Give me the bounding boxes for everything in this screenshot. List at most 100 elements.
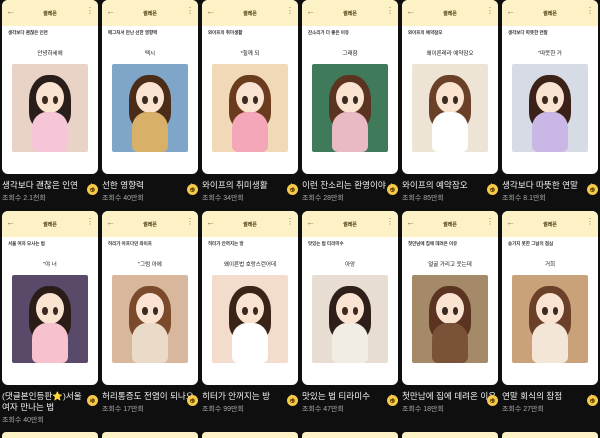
thumbnail-channel: 썰레몬	[143, 10, 157, 17]
short-thumbnail[interactable]: ← 썰레몬 ⋮ 허리가 아프다던 와이프 "그럼 아에	[102, 211, 198, 385]
short-title[interactable]: 연말 회식의 참점	[502, 391, 598, 402]
view-count: 조회수 34만회	[202, 195, 244, 202]
short-title[interactable]: 선한 영향력	[102, 180, 198, 191]
thumbnail-caption: 거희	[544, 262, 556, 268]
back-arrow-icon: ←	[506, 6, 515, 16]
more-options-icon[interactable]: ⋮	[187, 182, 196, 193]
character-body	[331, 323, 369, 363]
back-arrow-icon: ←	[106, 217, 115, 227]
short-title[interactable]: 첫만남에 집에 데려온 이유	[402, 391, 498, 402]
more-options-icon[interactable]: ⋮	[187, 393, 196, 404]
short-thumbnail[interactable]: ← 썰레몬 ⋮ 와이프의 예약잠오 왜이른레라 예약잠오	[402, 0, 498, 174]
short-card[interactable]: ← 썰레몬 ⋮ 히터가 안꺼지는 방 왜이른법 호랑스런어데 ☻ 히터가 안꺼지…	[202, 211, 298, 425]
thumbnail-header: ← 썰레몬 ⋮	[2, 0, 98, 26]
character-eye	[453, 306, 459, 315]
character-eye	[442, 95, 448, 104]
thumbnail-channel: 썰레몬	[43, 221, 57, 228]
short-card[interactable]: ← 썰레몬 ⋮ 송가지 못한 그날의 점심 거희 ☻ 연말 회식의 참점 조회수…	[502, 211, 598, 425]
short-title[interactable]: 와이프의 취미생활	[202, 180, 298, 191]
short-thumbnail[interactable]: ← 썰레몬 ⋮ 생각보다 따뜻한 연말 "따뜻한 거	[502, 0, 598, 174]
thumbnail-header: ← 썰레몬 ⋮	[502, 211, 598, 237]
short-thumbnail[interactable]: ← 썰레몬 ⋮ 잔소리가 더 좋은 이유 그래함	[302, 0, 398, 174]
thumbnail-header: ← 썰레몬 ⋮	[402, 0, 498, 26]
short-card[interactable]: ← 썰레몬 ⋮ 잔소리가 더 좋은 이유 그래함 ☻ 이런 잔소리는 환영이야 …	[302, 0, 398, 203]
more-options-icon[interactable]: ⋮	[387, 182, 396, 193]
more-options-icon[interactable]: ⋮	[87, 397, 96, 408]
character-body	[31, 112, 69, 152]
short-title[interactable]: 생각보다 따뜻한 연말	[502, 180, 598, 191]
view-count: 조회수 17만회	[102, 406, 144, 413]
thumbnail-channel: 썰레몬	[443, 221, 457, 228]
short-thumbnail[interactable]: ← 썰레몬 ⋮ 히터가 안꺼지는 방 왜이른법 호랑스런어데	[202, 211, 298, 385]
more-options-icon[interactable]: ⋮	[287, 182, 296, 193]
short-title[interactable]: (댓글본인등판⭐)서울 여자 만나는 법	[2, 391, 98, 413]
short-card[interactable]: ← 썰레몬 ⋮ 생각보다 괜찮은 인연 안녕하세에 ☻ 생각보다 괜찮은 인연 …	[2, 0, 98, 203]
thumbnail-caption: 택시	[144, 51, 156, 57]
view-count: 조회수 47만회	[302, 406, 344, 413]
character-illustration	[212, 275, 288, 363]
short-thumbnail-partial[interactable]	[2, 432, 98, 438]
thumbnail-channel: 썰레몬	[543, 221, 557, 228]
character-body	[31, 323, 69, 363]
more-icon: ⋮	[386, 217, 394, 226]
short-thumbnail-partial[interactable]	[302, 432, 398, 438]
thumbnail-post-title: 와이프의 취미생활	[208, 30, 243, 35]
short-card[interactable]: ← 썰레몬 ⋮ 매그처서 만난 선한 영향력 택시 ☻ 선한 영향력 조회수 4…	[102, 0, 198, 203]
character-eye	[442, 306, 448, 315]
short-card[interactable]: ← 썰레몬 ⋮ 서울 여자 모사는 법 "야 너 ☻ (댓글본인등판⭐)서울 여…	[2, 211, 98, 425]
short-thumbnail[interactable]: ← 썰레몬 ⋮ 매그처서 만난 선한 영향력 택시	[102, 0, 198, 174]
character-eye	[353, 95, 359, 104]
more-options-icon[interactable]: ⋮	[387, 393, 396, 404]
thumbnail-post-meta	[302, 248, 398, 254]
short-thumbnail-partial[interactable]	[402, 432, 498, 438]
short-card[interactable]: ← 썰레몬 ⋮ 생각보다 따뜻한 연말 "따뜻한 거 ☻ 생각보다 따뜻한 연말…	[502, 0, 598, 203]
more-options-icon[interactable]: ⋮	[587, 393, 596, 404]
view-count: 조회수 99만회	[202, 406, 244, 413]
short-thumbnail[interactable]: ← 썰레몬 ⋮ 첫만남에 집에 데려온 이유 얼굴 가리고 웃는데	[402, 211, 498, 385]
thumbnail-header: ← 썰레몬 ⋮	[302, 0, 398, 26]
thumbnail-caption: 얼굴 가리고 웃는데	[428, 262, 472, 268]
short-title[interactable]: 히터가 안꺼지는 방	[202, 391, 298, 402]
short-title[interactable]: 맛있는 법 티라미수	[302, 391, 398, 402]
thumbnail-post-title: 서울 여자 모사는 법	[8, 241, 45, 246]
short-card[interactable]: ← 썰레몬 ⋮ 와이프의 취미생활 *힐께 되 ☻ 와이프의 취미생활 조회수 …	[202, 0, 298, 203]
short-thumbnail[interactable]: ← 썰레몬 ⋮ 생각보다 괜찮은 인연 안녕하세에	[2, 0, 98, 174]
character-body	[431, 323, 469, 363]
character-body	[431, 112, 469, 152]
more-options-icon[interactable]: ⋮	[287, 393, 296, 404]
more-icon: ⋮	[186, 217, 194, 226]
more-options-icon[interactable]: ⋮	[87, 182, 96, 193]
thumbnail-post-title: 첫만남에 집에 데려온 이유	[408, 241, 458, 246]
short-thumbnail[interactable]: ← 썰레몬 ⋮ 맛있는 법 티라미수 아앙	[302, 211, 398, 385]
short-thumbnail[interactable]: ← 썰레몬 ⋮ 송가지 못한 그날의 점심 거희	[502, 211, 598, 385]
character-body	[231, 112, 269, 152]
thumbnail-post-title: 매그처서 만난 선한 영향력	[108, 30, 158, 35]
short-thumbnail-partial[interactable]	[102, 432, 198, 438]
short-card[interactable]: ← 썰레몬 ⋮ 첫만남에 집에 데려온 이유 얼굴 가리고 웃는데 ☻ 첫만남에…	[402, 211, 498, 425]
short-title[interactable]: 생각보다 괜찮은 인연	[2, 180, 98, 191]
short-card[interactable]: ← 썰레몬 ⋮ 맛있는 법 티라미수 아앙 ☻ 맛있는 법 티라미수 조회수 4…	[302, 211, 398, 425]
more-options-icon[interactable]: ⋮	[487, 393, 496, 404]
character-illustration	[12, 64, 88, 152]
short-thumbnail[interactable]: ← 썰레몬 ⋮ 서울 여자 모사는 법 "야 너	[2, 211, 98, 385]
more-options-icon[interactable]: ⋮	[487, 182, 496, 193]
thumbnail-post-meta	[402, 37, 498, 43]
short-card[interactable]: ← 썰레몬 ⋮ 와이프의 예약잠오 왜이른레라 예약잠오 ☻ 와이프의 예약잠오…	[402, 0, 498, 203]
short-title[interactable]: 허리통증도 전염이 되나요	[102, 391, 198, 402]
short-thumbnail[interactable]: ← 썰레몬 ⋮ 와이프의 취미생활 *힐께 되	[202, 0, 298, 174]
thumbnail-post-meta	[202, 248, 298, 254]
short-title[interactable]: 이런 잔소리는 환영이야	[302, 180, 398, 191]
short-thumbnail-partial[interactable]	[202, 432, 298, 438]
character-illustration	[12, 275, 88, 363]
character-illustration	[312, 64, 388, 152]
more-icon: ⋮	[86, 6, 94, 15]
character-illustration	[512, 275, 588, 363]
short-thumbnail-partial[interactable]	[502, 432, 598, 438]
thumbnail-post-title: 송가지 못한 그날의 점심	[508, 241, 554, 246]
character-illustration	[312, 275, 388, 363]
character-eye	[153, 95, 159, 104]
more-options-icon[interactable]: ⋮	[587, 182, 596, 193]
more-icon: ⋮	[386, 6, 394, 15]
short-title[interactable]: 와이프의 예약잠오	[402, 180, 498, 191]
short-card[interactable]: ← 썰레몬 ⋮ 허리가 아프다던 와이프 "그럼 아에 ☻ 허리통증도 전염이 …	[102, 211, 198, 425]
